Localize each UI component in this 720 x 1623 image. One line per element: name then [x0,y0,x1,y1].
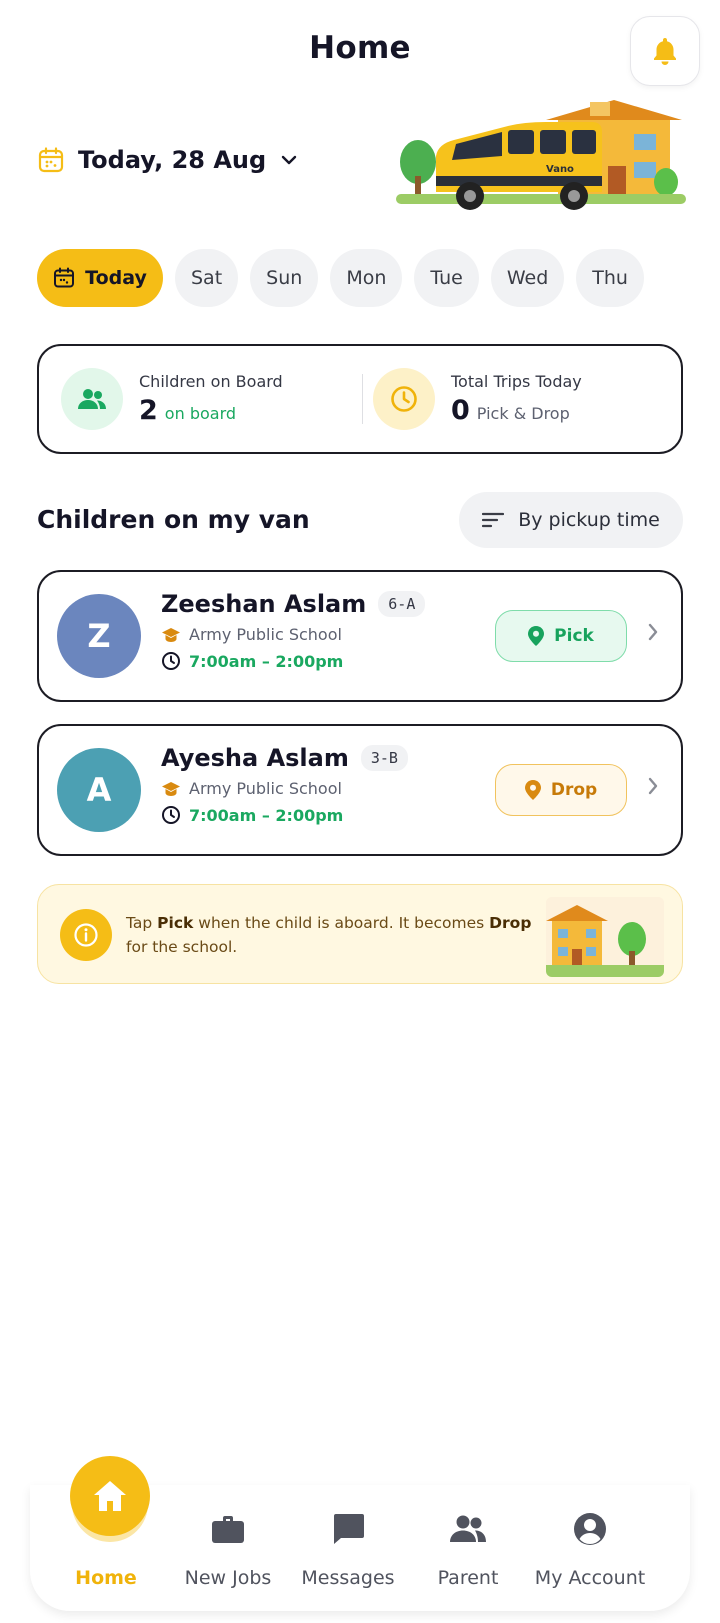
calendar-icon [54,267,75,288]
stat-label: Total Trips Today [451,372,582,391]
sort-label: By pickup time [518,509,660,531]
child-name: Ayesha Aslam [161,744,349,772]
notifications-button[interactable] [630,16,700,86]
avatar: Z [57,594,141,678]
time-range: 7:00am – 2:00pm [189,805,344,825]
stat-value: 2 [139,395,158,426]
graduation-cap-icon [162,627,180,642]
tip-text: Tap Pick when the child is aboard. It be… [126,914,532,956]
home-button[interactable] [70,1456,150,1536]
pick-button[interactable]: Pick [495,610,627,662]
home-icon [94,1481,126,1511]
date-label: Today, 28 Aug [78,146,267,174]
school-name: Army Public School [189,625,342,644]
day-pill-sat[interactable]: Sat [175,249,239,307]
chevron-right-icon[interactable] [647,776,659,796]
day-pill-tue[interactable]: Tue [414,249,479,307]
clock-icon [162,652,180,670]
people-icon [450,1515,486,1542]
stat-unit: Pick & Drop [476,404,570,423]
day-pill-sun[interactable]: Sun [250,249,319,307]
day-pill-thu[interactable]: Thu [576,249,644,307]
action-label: Drop [550,780,598,800]
class-badge: 6-A [378,591,426,617]
time-range: 7:00am – 2:00pm [189,651,344,671]
day-pill-wed[interactable]: Wed [490,249,565,307]
graduation-cap-icon [162,781,180,796]
nav-new-jobs[interactable]: New Jobs [162,1485,294,1611]
location-pin-icon [524,780,541,800]
tip-card: Tap Pick when the child is aboard. It be… [37,884,683,984]
sort-button[interactable]: By pickup time [459,492,683,548]
chevron-down-icon [281,155,297,165]
location-pin-icon [528,626,545,646]
calendar-icon [38,147,64,173]
stats-card: Children on Board 2 on board Total Trips… [37,344,683,454]
nav-label: Home [75,1567,137,1589]
nav-label: Messages [301,1567,395,1589]
stat-value: 0 [451,395,470,426]
clock-icon [373,368,435,430]
child-card[interactable]: Z Zeeshan Aslam 6-A Army Public School 7… [37,570,683,702]
nav-label: New Jobs [184,1567,272,1589]
divider [362,374,363,424]
date-selector[interactable]: Today, 28 Aug [38,146,298,174]
stat-children-on-board: Children on Board 2 on board [61,346,283,452]
nav-parent[interactable]: Parent [402,1485,534,1611]
info-icon [60,909,112,961]
sort-icon [482,512,505,528]
day-pill-mon[interactable]: Mon [330,249,403,307]
day-label: Today [85,267,147,289]
svg-text:Vano: Vano [546,164,574,175]
child-card[interactable]: A Ayesha Aslam 3-B Army Public School 7:… [37,724,683,856]
account-circle-icon [574,1513,606,1545]
school-building-illustration [546,897,664,977]
drop-button[interactable]: Drop [495,764,627,816]
nav-my-account[interactable]: My Account [524,1485,656,1611]
bell-icon [654,38,676,65]
stat-total-trips: Total Trips Today 0 Pick & Drop [373,346,582,452]
stat-label: Children on Board [139,372,283,391]
briefcase-icon [212,1516,244,1543]
children-group-icon [61,368,123,430]
avatar: A [57,748,141,832]
clock-icon [162,806,180,824]
chevron-right-icon[interactable] [647,622,659,642]
page-title: Home [309,30,411,66]
school-name: Army Public School [189,779,342,798]
nav-messages[interactable]: Messages [282,1485,414,1611]
chat-bubble-icon [334,1514,364,1544]
section-title: Children on my van [37,505,310,534]
class-badge: 3-B [360,745,408,771]
action-label: Pick [554,626,594,646]
nav-label: My Account [534,1567,646,1589]
nav-label: Parent [437,1567,499,1589]
stat-unit: on board [164,404,237,423]
day-pill-today[interactable]: Today [37,249,163,307]
child-name: Zeeshan Aslam [161,590,367,618]
day-selector: Today Sat Sun Mon Tue Wed Thu [37,249,644,307]
school-van-illustration: Vano [396,100,686,210]
